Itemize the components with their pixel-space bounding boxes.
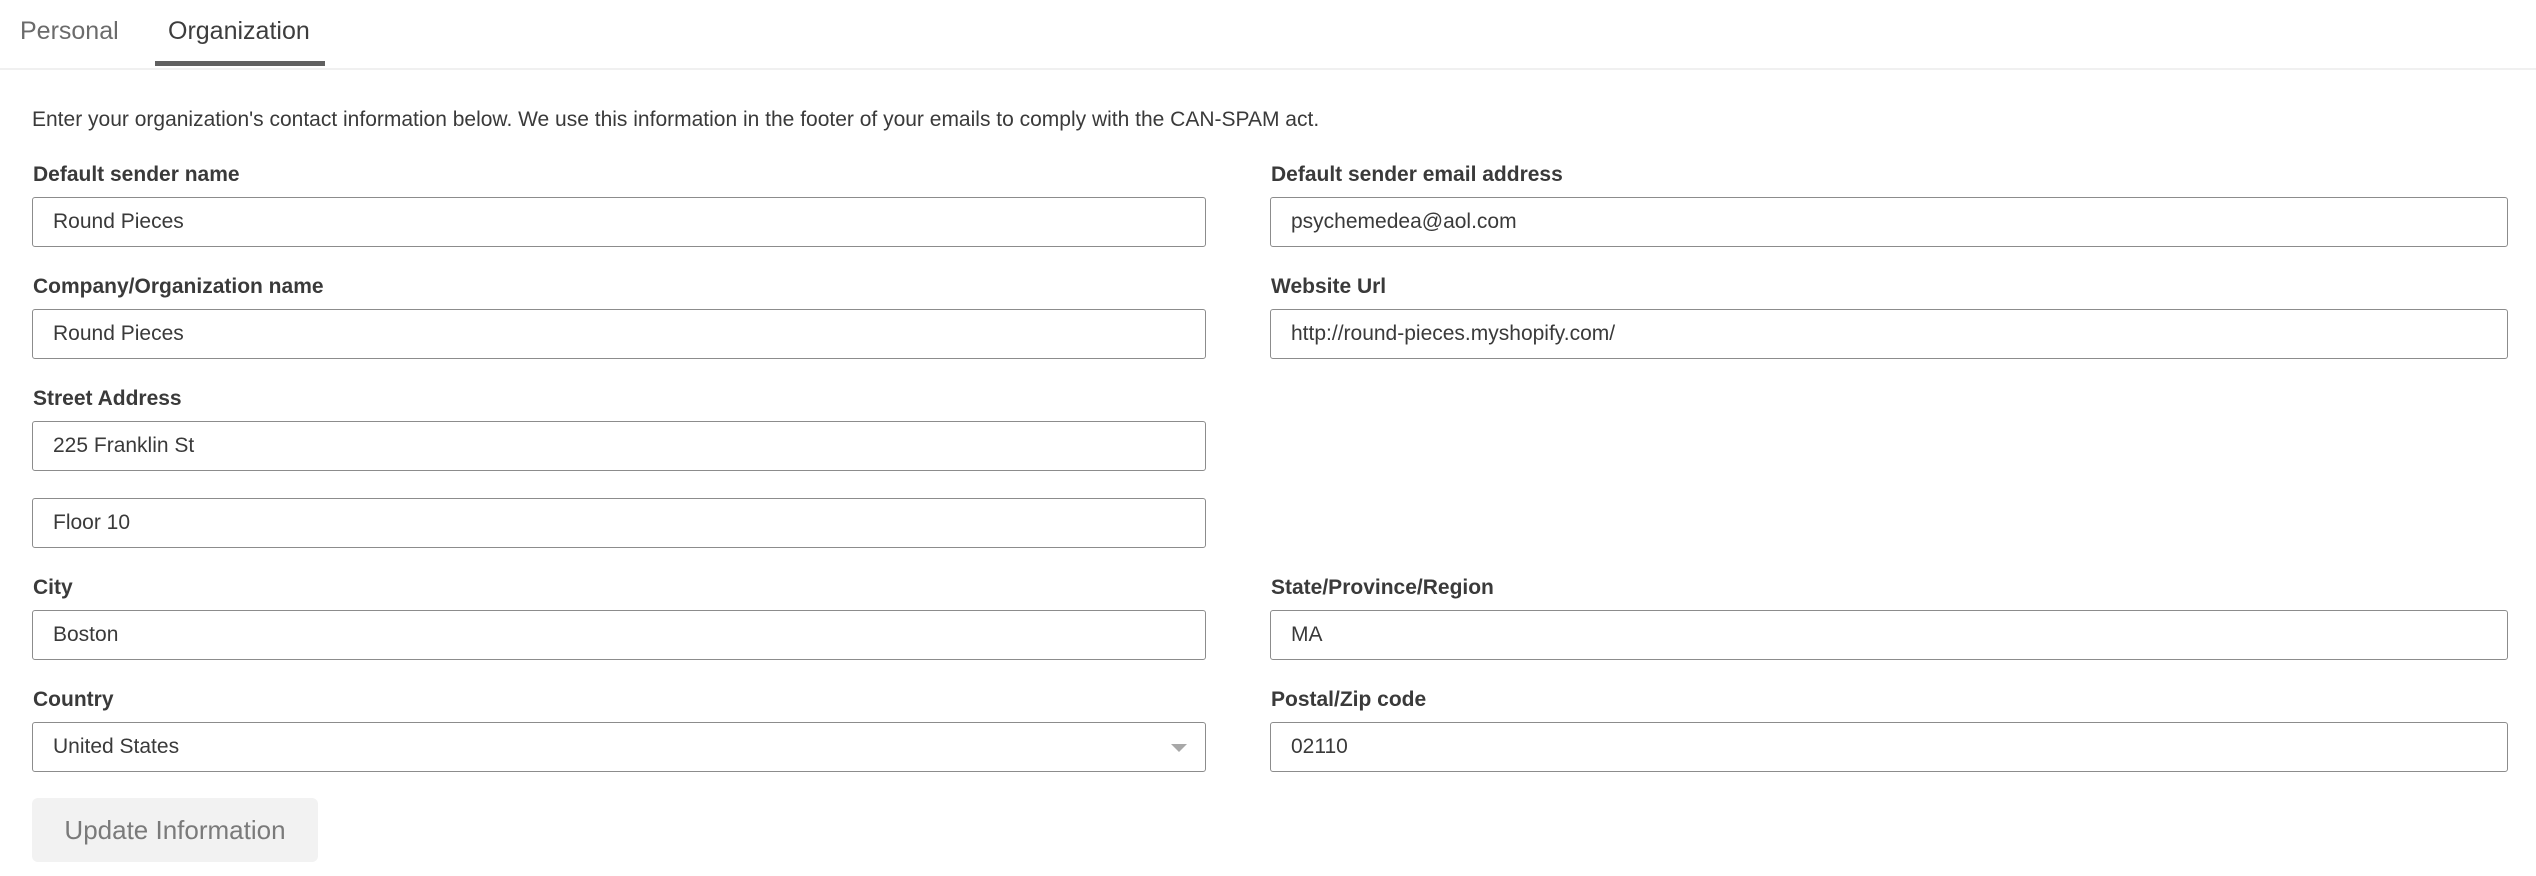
update-information-button[interactable]: Update Information xyxy=(32,798,318,862)
sender-email-label: Default sender email address xyxy=(1271,163,1563,186)
postal-code-input[interactable]: 02110 xyxy=(1270,722,2508,772)
company-name-input[interactable]: Round Pieces xyxy=(32,309,1206,359)
website-url-input[interactable]: http://round-pieces.myshopify.com/ xyxy=(1270,309,2508,359)
tab-bar: Personal Organization xyxy=(0,0,2536,70)
tab-organization[interactable]: Organization xyxy=(168,14,310,48)
company-name-label: Company/Organization name xyxy=(33,275,324,298)
website-url-label: Website Url xyxy=(1271,275,1387,298)
city-label: City xyxy=(33,576,73,599)
sender-name-label: Default sender name xyxy=(33,163,240,186)
street-address-line1-input[interactable]: 225 Franklin St xyxy=(32,421,1206,471)
chevron-down-icon xyxy=(1171,744,1187,752)
street-address-line2-input[interactable]: Floor 10 xyxy=(32,498,1206,548)
state-label: State/Province/Region xyxy=(1271,576,1494,599)
intro-text: Enter your organization's contact inform… xyxy=(32,108,1320,131)
postal-code-label: Postal/Zip code xyxy=(1271,688,1427,711)
active-tab-indicator xyxy=(155,61,325,66)
country-select[interactable]: United States xyxy=(32,722,1206,772)
tab-personal[interactable]: Personal xyxy=(20,14,119,48)
city-input[interactable]: Boston xyxy=(32,610,1206,660)
country-label: Country xyxy=(33,688,114,711)
sender-name-input[interactable]: Round Pieces xyxy=(32,197,1206,247)
country-select-value: United States xyxy=(53,735,180,758)
street-address-label: Street Address xyxy=(33,387,182,410)
state-input[interactable]: MA xyxy=(1270,610,2508,660)
sender-email-input[interactable]: psychemedea@aol.com xyxy=(1270,197,2508,247)
